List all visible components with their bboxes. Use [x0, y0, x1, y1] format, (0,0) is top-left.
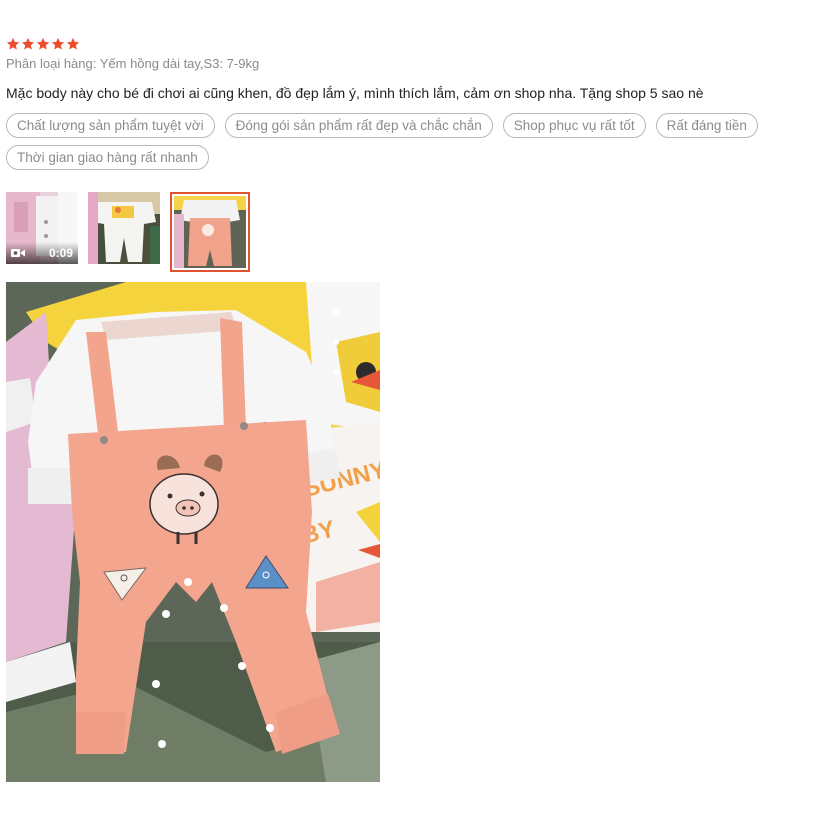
review-tags: Chất lượng sản phẩm tuyệt vời Đóng gói s…: [6, 113, 796, 170]
review-tag: Rất đáng tiền: [655, 113, 758, 138]
review-comment: Mặc body này cho bé đi chơi ai cũng khen…: [6, 85, 704, 101]
review-tag: Thời gian giao hàng rất nhanh: [6, 145, 209, 170]
review-tag: Shop phục vụ rất tốt: [502, 113, 646, 138]
review-tag: Chất lượng sản phẩm tuyệt vời: [6, 113, 215, 138]
review-photo: SUNNY BY: [6, 282, 380, 782]
star-icon: [66, 37, 80, 51]
photo-thumbnail-selected[interactable]: [170, 192, 250, 272]
video-thumbnail[interactable]: 0:09: [6, 192, 78, 264]
video-duration: 0:09: [48, 246, 73, 260]
review-tag: Đóng gói sản phẩm rất đẹp và chắc chắn: [224, 113, 493, 138]
video-camera-icon: [11, 248, 25, 258]
photo-thumbnail[interactable]: [88, 192, 160, 264]
media-thumbnails: 0:09: [6, 192, 250, 272]
star-icon: [36, 37, 50, 51]
rating-stars: [6, 36, 806, 52]
review-item: Phân loại hàng: Yếm hồng dài tay,S3: 7-9…: [6, 36, 806, 170]
product-variant: Phân loại hàng: Yếm hồng dài tay,S3: 7-9…: [6, 56, 260, 71]
star-icon: [6, 37, 20, 51]
star-icon: [51, 37, 65, 51]
star-icon: [21, 37, 35, 51]
